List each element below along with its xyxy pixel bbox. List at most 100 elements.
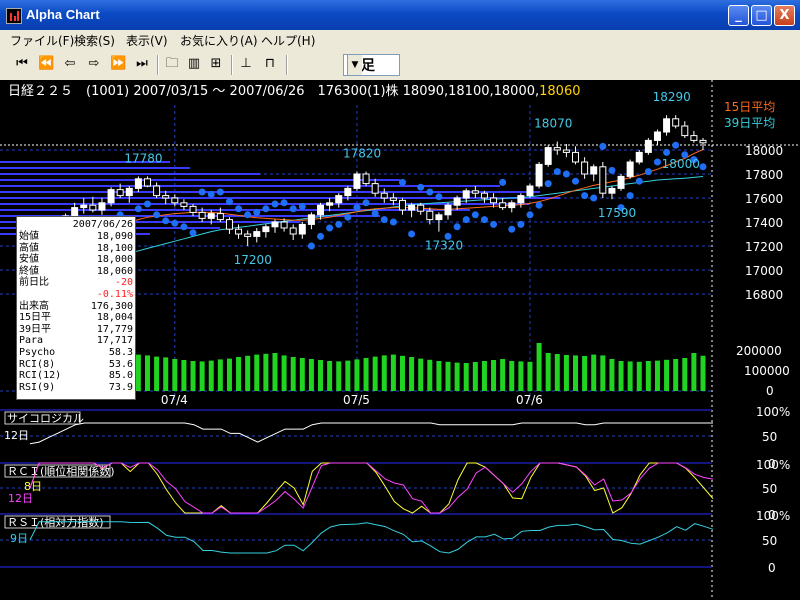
forward-arrow-icon[interactable]: ⇨ bbox=[86, 56, 102, 72]
back-arrow-icon[interactable]: ⇦ bbox=[62, 56, 78, 72]
chart-area[interactable]: 日経２２５ (1001) 2007/03/15 ～ 2007/06/26 176… bbox=[0, 80, 800, 600]
last-icon[interactable]: ⏭ bbox=[134, 56, 150, 72]
volume-bar bbox=[245, 355, 251, 391]
price-annotation: 17590 bbox=[598, 206, 636, 220]
menu-help[interactable]: ヘルプ(H) bbox=[261, 32, 315, 49]
tree-icon[interactable]: ⊞ bbox=[208, 56, 224, 72]
para-dot bbox=[153, 211, 161, 219]
folder-icon[interactable]: 🗀 bbox=[164, 56, 180, 72]
volume-bar bbox=[345, 360, 351, 391]
info-row-label: RSI(9) bbox=[19, 381, 56, 393]
para-dot bbox=[572, 177, 580, 185]
volume-bar bbox=[436, 361, 442, 391]
volume-bar bbox=[327, 361, 333, 391]
book-icon[interactable]: ▥ bbox=[186, 56, 202, 72]
info-row-label: 15日平 bbox=[19, 312, 52, 324]
info-row: 39日平 17,779 bbox=[19, 324, 133, 335]
candle-body bbox=[89, 204, 97, 211]
info-row-value: 18,004 bbox=[96, 312, 133, 324]
info-row: 始値 18,090 bbox=[19, 231, 133, 242]
rsi-period-label: 9日 bbox=[10, 532, 28, 545]
candle-body bbox=[690, 135, 698, 141]
chevron-down-icon[interactable]: ▼ bbox=[347, 55, 362, 75]
price-axis-label: 17800 bbox=[745, 168, 783, 182]
candle-body bbox=[116, 189, 124, 197]
candle-body bbox=[225, 219, 233, 230]
para-dot bbox=[253, 208, 261, 216]
candle-body bbox=[280, 221, 288, 229]
candle-body bbox=[216, 213, 224, 221]
para-dot bbox=[134, 205, 142, 213]
para-dot bbox=[289, 205, 297, 213]
volume-bar bbox=[208, 360, 214, 391]
panel-title: サイコロジカル bbox=[7, 412, 84, 425]
fast-back-icon[interactable]: ⏪ bbox=[38, 56, 54, 72]
period-select[interactable]: 日足 ▼ bbox=[343, 54, 400, 76]
volume-bar bbox=[181, 360, 187, 391]
volume-bar bbox=[217, 359, 223, 391]
psycho-period-label: 12日 bbox=[4, 429, 29, 442]
volume-axis-label: 0 bbox=[766, 384, 774, 398]
para-dot bbox=[262, 205, 270, 213]
candle-body bbox=[253, 231, 261, 237]
candle-body bbox=[417, 204, 425, 212]
maximize-button[interactable]: □ bbox=[751, 5, 772, 26]
volume-bar bbox=[500, 359, 506, 391]
panel-axis-label: 50 bbox=[762, 534, 777, 548]
legend-ma15: 15日平均 bbox=[724, 100, 775, 114]
menu-search[interactable]: 検索(S) bbox=[74, 32, 115, 49]
candle-body bbox=[162, 195, 170, 199]
menu-bar: ファイル(F) 検索(S) 表示(V) お気に入り(A) ヘルプ(H) bbox=[0, 30, 800, 50]
volume-bar bbox=[527, 361, 533, 391]
bar-tool-icon[interactable]: ⊓ bbox=[262, 56, 278, 72]
fast-forward-icon[interactable]: ⏩ bbox=[110, 56, 126, 72]
info-row-label: 高値 bbox=[19, 242, 39, 254]
volume-bar bbox=[290, 357, 296, 391]
minimize-button[interactable]: _ bbox=[728, 5, 749, 26]
info-row: 高値 18,100 bbox=[19, 243, 133, 254]
volume-bar bbox=[600, 355, 606, 391]
volume-bar bbox=[272, 353, 278, 391]
candle-body bbox=[362, 173, 370, 185]
para-dot bbox=[180, 223, 188, 231]
para-dot bbox=[426, 188, 434, 196]
candle-body bbox=[380, 192, 388, 199]
menu-view[interactable]: 表示(V) bbox=[126, 32, 168, 49]
volume-bar bbox=[190, 361, 196, 391]
para-dot bbox=[271, 200, 279, 208]
header-close-price: 18060 bbox=[539, 84, 580, 99]
candle-body bbox=[262, 226, 270, 233]
para-dot bbox=[590, 194, 598, 202]
para-dot bbox=[207, 190, 215, 198]
title-bar[interactable]: Alpha Chart _ □ X bbox=[0, 0, 800, 30]
legend-ma39: 39日平均 bbox=[724, 116, 775, 130]
first-icon[interactable]: ⏮ bbox=[14, 56, 30, 72]
candle-body bbox=[617, 175, 625, 189]
info-row-value: -20 bbox=[114, 277, 133, 289]
close-button[interactable]: X bbox=[774, 5, 795, 26]
info-row: Psycho 58.3 bbox=[19, 347, 133, 358]
volume-bar bbox=[491, 360, 497, 391]
volume-bar bbox=[563, 355, 569, 391]
candle-body bbox=[189, 205, 197, 213]
volume-bar bbox=[354, 359, 360, 391]
volume-bar bbox=[318, 360, 324, 391]
candle-body bbox=[298, 223, 306, 235]
para-dot bbox=[317, 232, 325, 240]
candle-body bbox=[544, 147, 552, 165]
candle-body bbox=[471, 190, 479, 194]
candle-body bbox=[453, 197, 461, 206]
volume-bar bbox=[591, 354, 597, 391]
info-row: 安値 18,000 bbox=[19, 254, 133, 265]
info-row-value: 18,000 bbox=[96, 254, 133, 266]
info-box: 2007/06/26 始値 18,090 高値 18,100 安値 18,000 終値 18,… bbox=[16, 216, 136, 400]
line-tool-icon[interactable]: ⊥ bbox=[238, 56, 254, 72]
para-dot bbox=[162, 217, 170, 225]
para-dot bbox=[326, 224, 334, 232]
menu-file[interactable]: ファイル(F) bbox=[10, 32, 74, 49]
candle-body bbox=[207, 213, 215, 219]
menu-favorites[interactable]: お気に入り(A) bbox=[180, 32, 258, 49]
candle-body bbox=[353, 173, 361, 189]
info-row-label: 安値 bbox=[19, 254, 39, 266]
candle-body bbox=[535, 163, 543, 187]
